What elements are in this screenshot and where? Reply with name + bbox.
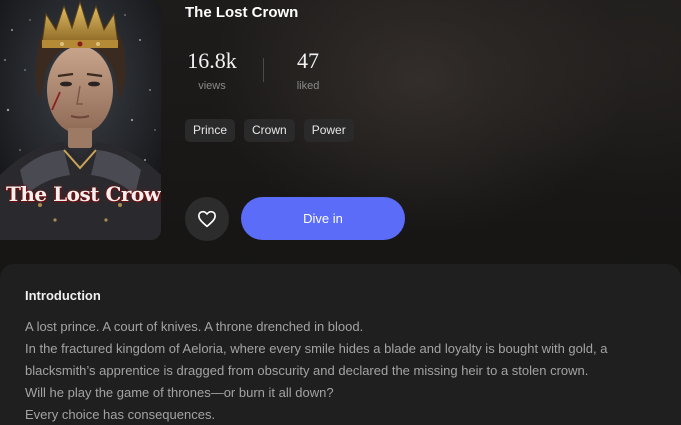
tag-prince[interactable]: Prince (185, 119, 236, 142)
tag-list: Prince Crown Power (185, 119, 354, 142)
intro-line: A lost prince. A court of knives. A thro… (25, 319, 364, 334)
views-label: views (198, 80, 226, 92)
stats-divider (263, 58, 264, 82)
dive-in-button[interactable]: Dive in (241, 197, 405, 240)
intro-line: Every choice has consequences. (25, 407, 216, 422)
liked-count: 47 (297, 48, 319, 73)
introduction-text: A lost prince. A court of knives. A thro… (25, 316, 665, 425)
book-cover[interactable]: The Lost Crown (0, 0, 161, 240)
introduction-heading: Introduction (25, 288, 101, 303)
like-button[interactable] (185, 197, 229, 241)
intro-line: blacksmith’s apprentice is dragged from … (25, 363, 589, 378)
liked-stat: 47 liked (291, 48, 325, 92)
intro-line: In the fractured kingdom of Aeloria, whe… (25, 341, 608, 356)
introduction-card: Introduction A lost prince. A court of k… (0, 264, 681, 425)
heart-icon (198, 210, 216, 228)
book-title: The Lost Crown (185, 4, 299, 21)
liked-label: liked (296, 80, 320, 92)
cover-title-text: The Lost Crown (6, 182, 161, 206)
tag-crown[interactable]: Crown (244, 119, 295, 142)
intro-line: Will he play the game of thrones—or burn… (25, 385, 334, 400)
views-stat: 16.8k views (185, 48, 239, 92)
story-detail-page: The Lost Crown The Lost Crown 16.8k view… (0, 0, 681, 425)
tag-power[interactable]: Power (303, 119, 354, 142)
views-count: 16.8k (187, 48, 237, 73)
